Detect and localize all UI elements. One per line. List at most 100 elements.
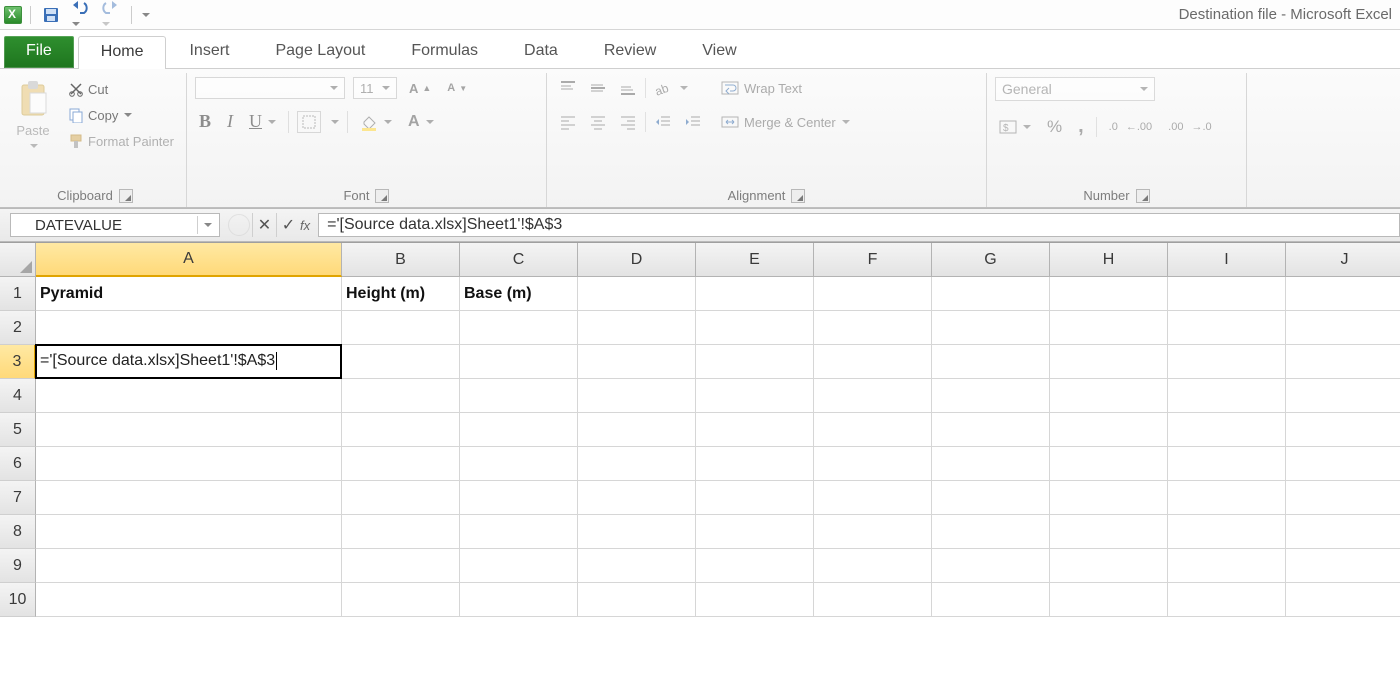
cell-J7[interactable]: [1286, 481, 1400, 515]
column-header-D[interactable]: D: [578, 243, 696, 277]
cell-J6[interactable]: [1286, 447, 1400, 481]
cell-F2[interactable]: [814, 311, 932, 345]
cell-A5[interactable]: [36, 413, 342, 447]
tab-page-layout[interactable]: Page Layout: [252, 35, 388, 68]
row-header-3[interactable]: 3: [0, 345, 36, 379]
wrap-text-button[interactable]: Wrap Text: [716, 77, 854, 99]
cell-D9[interactable]: [578, 549, 696, 583]
cell-H5[interactable]: [1050, 413, 1168, 447]
cell-D3[interactable]: [578, 345, 696, 379]
cell-G4[interactable]: [932, 379, 1050, 413]
chevron-down-icon[interactable]: [426, 120, 434, 128]
cell-E10[interactable]: [696, 583, 814, 617]
cell-G6[interactable]: [932, 447, 1050, 481]
cell-E4[interactable]: [696, 379, 814, 413]
row-header-10[interactable]: 10: [0, 583, 36, 617]
row-header-5[interactable]: 5: [0, 413, 36, 447]
merge-center-button[interactable]: Merge & Center: [716, 111, 854, 133]
cell-H2[interactable]: [1050, 311, 1168, 345]
redo-dropdown-icon[interactable]: [102, 22, 110, 30]
cell-J3[interactable]: [1286, 345, 1400, 379]
cell-H10[interactable]: [1050, 583, 1168, 617]
increase-font-button[interactable]: A▲: [405, 79, 435, 98]
tab-review[interactable]: Review: [581, 35, 679, 68]
cell-I7[interactable]: [1168, 481, 1286, 515]
cell-F4[interactable]: [814, 379, 932, 413]
cell-I6[interactable]: [1168, 447, 1286, 481]
chevron-down-icon[interactable]: [384, 120, 392, 128]
cell-F1[interactable]: [814, 277, 932, 311]
italic-button[interactable]: I: [223, 109, 237, 134]
column-header-I[interactable]: I: [1168, 243, 1286, 277]
enter-formula-button[interactable]: ✓: [276, 213, 300, 237]
border-button[interactable]: [297, 111, 321, 133]
cell-B2[interactable]: [342, 311, 460, 345]
row-header-1[interactable]: 1: [0, 277, 36, 311]
font-color-button[interactable]: A: [404, 111, 438, 133]
cell-A9[interactable]: [36, 549, 342, 583]
cell-C4[interactable]: [460, 379, 578, 413]
tab-view[interactable]: View: [679, 35, 759, 68]
cell-I5[interactable]: [1168, 413, 1286, 447]
column-header-J[interactable]: J: [1286, 243, 1400, 277]
cell-G3[interactable]: [932, 345, 1050, 379]
cell-J2[interactable]: [1286, 311, 1400, 345]
font-dialog-launcher[interactable]: [375, 189, 389, 203]
increase-decimal-button[interactable]: .0←.00: [1105, 119, 1156, 135]
cell-E6[interactable]: [696, 447, 814, 481]
tab-file[interactable]: File: [4, 36, 74, 68]
cell-I2[interactable]: [1168, 311, 1286, 345]
cell-J8[interactable]: [1286, 515, 1400, 549]
clipboard-dialog-launcher[interactable]: [119, 189, 133, 203]
cell-I3[interactable]: [1168, 345, 1286, 379]
cell-J9[interactable]: [1286, 549, 1400, 583]
cell-D10[interactable]: [578, 583, 696, 617]
cell-J4[interactable]: [1286, 379, 1400, 413]
percent-button[interactable]: %: [1043, 115, 1066, 139]
cell-D6[interactable]: [578, 447, 696, 481]
cell-C6[interactable]: [460, 447, 578, 481]
cell-C1[interactable]: Base (m): [460, 277, 578, 311]
align-middle-button[interactable]: [585, 77, 611, 99]
row-header-7[interactable]: 7: [0, 481, 36, 515]
cell-D8[interactable]: [578, 515, 696, 549]
worksheet-grid[interactable]: A B C D E F G H I J 1 Pyramid Height (m)…: [0, 242, 1400, 617]
decrease-indent-button[interactable]: [650, 111, 676, 133]
cell-D5[interactable]: [578, 413, 696, 447]
cell-I10[interactable]: [1168, 583, 1286, 617]
bold-button[interactable]: B: [195, 109, 215, 134]
cell-A2[interactable]: [36, 311, 342, 345]
cell-D2[interactable]: [578, 311, 696, 345]
tab-data[interactable]: Data: [501, 35, 581, 68]
cell-A10[interactable]: [36, 583, 342, 617]
number-dialog-launcher[interactable]: [1136, 189, 1150, 203]
cancel-formula-button[interactable]: ✕: [252, 213, 276, 237]
cell-F6[interactable]: [814, 447, 932, 481]
cell-F5[interactable]: [814, 413, 932, 447]
redo-button[interactable]: [97, 0, 123, 33]
cell-F8[interactable]: [814, 515, 932, 549]
copy-button[interactable]: Copy: [64, 105, 178, 125]
cell-A6[interactable]: [36, 447, 342, 481]
cell-G2[interactable]: [932, 311, 1050, 345]
row-header-6[interactable]: 6: [0, 447, 36, 481]
cell-B5[interactable]: [342, 413, 460, 447]
cell-I4[interactable]: [1168, 379, 1286, 413]
column-header-E[interactable]: E: [696, 243, 814, 277]
font-size-selector[interactable]: 11: [353, 77, 397, 99]
comma-button[interactable]: ,: [1074, 113, 1088, 140]
border-dropdown-icon[interactable]: [331, 120, 339, 128]
name-box-dropdown[interactable]: [197, 216, 215, 234]
decrease-decimal-button[interactable]: .00→.0: [1164, 119, 1215, 135]
cell-G5[interactable]: [932, 413, 1050, 447]
cell-H1[interactable]: [1050, 277, 1168, 311]
cell-E5[interactable]: [696, 413, 814, 447]
cell-C3[interactable]: [460, 345, 578, 379]
cell-G1[interactable]: [932, 277, 1050, 311]
cut-button[interactable]: Cut: [64, 79, 178, 99]
cell-H6[interactable]: [1050, 447, 1168, 481]
cell-A4[interactable]: [36, 379, 342, 413]
cell-B3[interactable]: [342, 345, 460, 379]
fill-color-button[interactable]: [356, 111, 396, 133]
insert-function-button[interactable]: fx: [300, 218, 310, 233]
